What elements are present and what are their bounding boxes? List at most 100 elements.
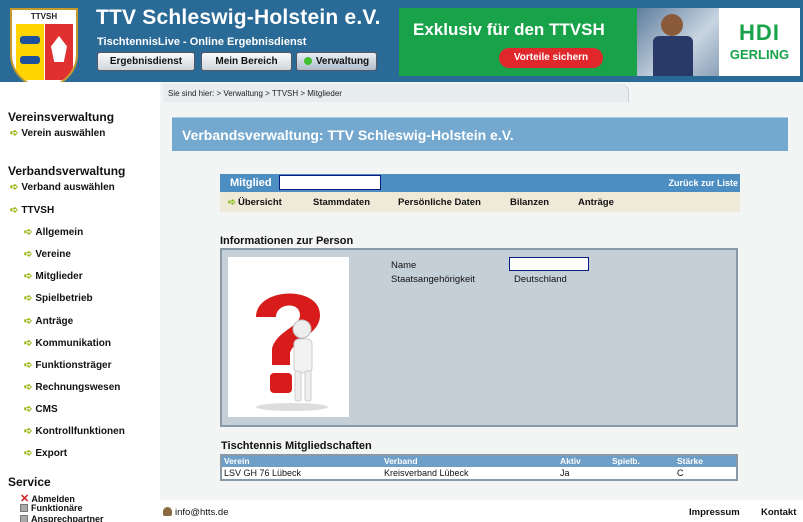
tab-uebersicht[interactable]: ➪ Übersicht xyxy=(228,197,282,208)
ad-banner[interactable]: Exklusiv für den TTVSH Vorteile sichern … xyxy=(399,8,800,76)
column-header: Verein xyxy=(224,456,250,466)
memberships-heading: Tischtennis Mitgliedschaften xyxy=(221,440,372,452)
kontakt-link[interactable]: Kontakt xyxy=(761,507,796,518)
memberships-table: Verein Verband Aktiv Spielb. Stärke LSV … xyxy=(220,454,738,481)
arrow-right-icon: ➪ xyxy=(24,271,33,282)
page-title: Verbandsverwaltung: TTV Schleswig-Holste… xyxy=(182,127,514,143)
table-header: Verein Verband Aktiv Spielb. Stärke xyxy=(222,456,736,467)
sidebar-item-verein-auswaehlen[interactable]: ➪ Verein auswählen xyxy=(10,128,105,139)
footer: info@htts.de Impressum Kontakt xyxy=(160,500,803,522)
arrow-right-icon: ➪ xyxy=(24,448,33,459)
list-icon xyxy=(20,504,28,512)
sidebar-item-vereine[interactable]: ➪ Vereine xyxy=(24,249,71,260)
member-name-field[interactable] xyxy=(279,175,381,190)
logo-lions-icon xyxy=(16,24,44,80)
sidebar-item-label: Allgemein xyxy=(35,227,84,238)
sidebar-item-antraege[interactable]: ➪ Anträge xyxy=(24,316,73,327)
table-cell: C xyxy=(677,468,684,478)
ergebnisdienst-button[interactable]: Ergebnisdienst xyxy=(97,52,195,71)
contact-person-icon xyxy=(163,507,172,516)
sidebar-item-ansprechpartner[interactable]: Ansprechpartner xyxy=(20,514,104,522)
mein-bereich-button[interactable]: Mein Bereich xyxy=(201,52,292,71)
arrow-right-icon: ➪ xyxy=(24,338,33,349)
tab-label: Übersicht xyxy=(237,197,282,208)
sidebar-item-label: Mitglieder xyxy=(35,271,83,282)
column-header: Aktiv xyxy=(560,456,581,466)
sidebar-item-label: Anträge xyxy=(35,316,74,327)
site-subtitle: TischtennisLive - Online Ergebnisdienst xyxy=(97,36,307,48)
sidebar: Vereinsverwaltung ➪ Verein auswählen Verb… xyxy=(0,82,160,522)
arrow-right-icon: ➪ xyxy=(24,382,33,393)
sidebar-item-verband-auswaehlen[interactable]: ➪ Verband auswählen xyxy=(10,182,115,193)
arrow-right-icon: ➪ xyxy=(10,182,19,193)
sidebar-item-label: Rechnungswesen xyxy=(35,382,121,393)
name-value-field xyxy=(509,257,589,271)
footer-email-link[interactable]: info@htts.de xyxy=(163,507,228,518)
table-cell: Ja xyxy=(560,468,570,478)
info-heading: Informationen zur Person xyxy=(220,235,354,247)
table-cell: LSV GH 76 Lübeck xyxy=(224,468,302,478)
sidebar-heading-vereinsverwaltung: Vereinsverwaltung xyxy=(8,110,115,124)
sidebar-item-label: Funktionsträger xyxy=(35,360,112,371)
header: TTVSH TTV Schleswig-Holstein e.V. Tischt… xyxy=(0,0,803,88)
arrow-right-icon: ➪ xyxy=(24,227,33,238)
sidebar-item-label: Verband auswählen xyxy=(21,182,115,193)
member-subnav: ➪ Übersicht Stammdaten Persönliche Daten … xyxy=(220,192,740,212)
tab-stammdaten[interactable]: Stammdaten xyxy=(313,197,370,208)
sidebar-item-label: Spielbetrieb xyxy=(35,293,93,304)
column-header: Verband xyxy=(384,456,418,466)
verwaltung-button[interactable]: Verwaltung xyxy=(296,52,377,71)
tab-antraege[interactable]: Anträge xyxy=(578,197,614,208)
question-mark-person-icon xyxy=(256,293,328,411)
ad-headline: Exklusiv für den TTVSH xyxy=(413,20,605,39)
breadcrumb: Sie sind hier: > Verwaltung > TTVSH > Mi… xyxy=(168,89,342,98)
ad-brand-line1: HDI xyxy=(739,20,780,45)
arrow-right-icon: ➪ xyxy=(24,360,33,371)
sidebar-item-kontrollfunktionen[interactable]: ➪ Kontrollfunktionen xyxy=(24,426,125,437)
arrow-right-icon: ➪ xyxy=(24,404,33,415)
ad-brand-logo: HDI GERLING xyxy=(719,8,800,76)
ad-player-photo xyxy=(637,8,719,76)
back-to-list-link[interactable]: Zurück zur Liste xyxy=(668,178,738,188)
ad-cta-button[interactable]: Vorteile sichern xyxy=(499,48,603,68)
impressum-link[interactable]: Impressum xyxy=(689,507,740,518)
nationality-label: Staatsangehörigkeit xyxy=(391,274,475,285)
sidebar-item-kommunikation[interactable]: ➪ Kommunikation xyxy=(24,338,111,349)
ttvsh-logo[interactable]: TTVSH xyxy=(10,8,78,88)
sidebar-item-label: Funktionäre xyxy=(31,503,83,513)
table-row[interactable]: LSV GH 76 Lübeck Kreisverband Lübeck Ja … xyxy=(222,467,736,479)
sidebar-item-label: Ansprechpartner xyxy=(31,514,104,522)
sidebar-item-allgemein[interactable]: ➪ Allgemein xyxy=(24,227,83,238)
sidebar-item-ttvsh[interactable]: ➪ TTVSH xyxy=(10,205,54,216)
page-title-bar: Verbandsverwaltung: TTV Schleswig-Holste… xyxy=(172,117,788,151)
sidebar-item-export[interactable]: ➪ Export xyxy=(24,448,67,459)
logo-nettle-icon xyxy=(45,24,73,80)
sidebar-heading-verbandsverwaltung: Verbandsverwaltung xyxy=(8,164,126,178)
sidebar-item-label: CMS xyxy=(35,404,58,415)
verwaltung-label: Verwaltung xyxy=(315,56,370,67)
sidebar-item-mitglieder[interactable]: ➪ Mitglieder xyxy=(24,271,83,282)
table-cell: Kreisverband Lübeck xyxy=(384,468,469,478)
list-icon xyxy=(20,515,28,522)
sidebar-item-funktionstraeger[interactable]: ➪ Funktionsträger xyxy=(24,360,112,371)
sidebar-item-label: Verein auswählen xyxy=(21,128,106,139)
sidebar-item-label: Vereine xyxy=(35,249,71,260)
tab-bilanzen[interactable]: Bilanzen xyxy=(510,197,549,208)
column-header: Spielb. xyxy=(612,456,640,466)
sidebar-item-funktionaere[interactable]: Funktionäre xyxy=(20,503,83,513)
sidebar-item-cms[interactable]: ➪ CMS xyxy=(24,404,58,415)
arrow-right-icon: ➪ xyxy=(10,128,19,139)
logo-text: TTVSH xyxy=(30,12,58,21)
tab-persoenliche-daten[interactable]: Persönliche Daten xyxy=(398,197,481,208)
sidebar-heading-service: Service xyxy=(8,475,51,489)
sidebar-item-rechnungswesen[interactable]: ➪ Rechnungswesen xyxy=(24,382,120,393)
arrow-right-icon: ➪ xyxy=(10,205,19,216)
column-header: Stärke xyxy=(677,456,703,466)
name-label: Name xyxy=(391,260,417,271)
sidebar-item-spielbetrieb[interactable]: ➪ Spielbetrieb xyxy=(24,293,93,304)
arrow-right-icon: ➪ xyxy=(24,426,33,437)
arrow-right-icon: ➪ xyxy=(24,249,33,260)
footer-email-text: info@htts.de xyxy=(175,507,229,518)
arrow-right-icon: ➪ xyxy=(24,316,33,327)
sidebar-item-label: Export xyxy=(35,448,68,459)
